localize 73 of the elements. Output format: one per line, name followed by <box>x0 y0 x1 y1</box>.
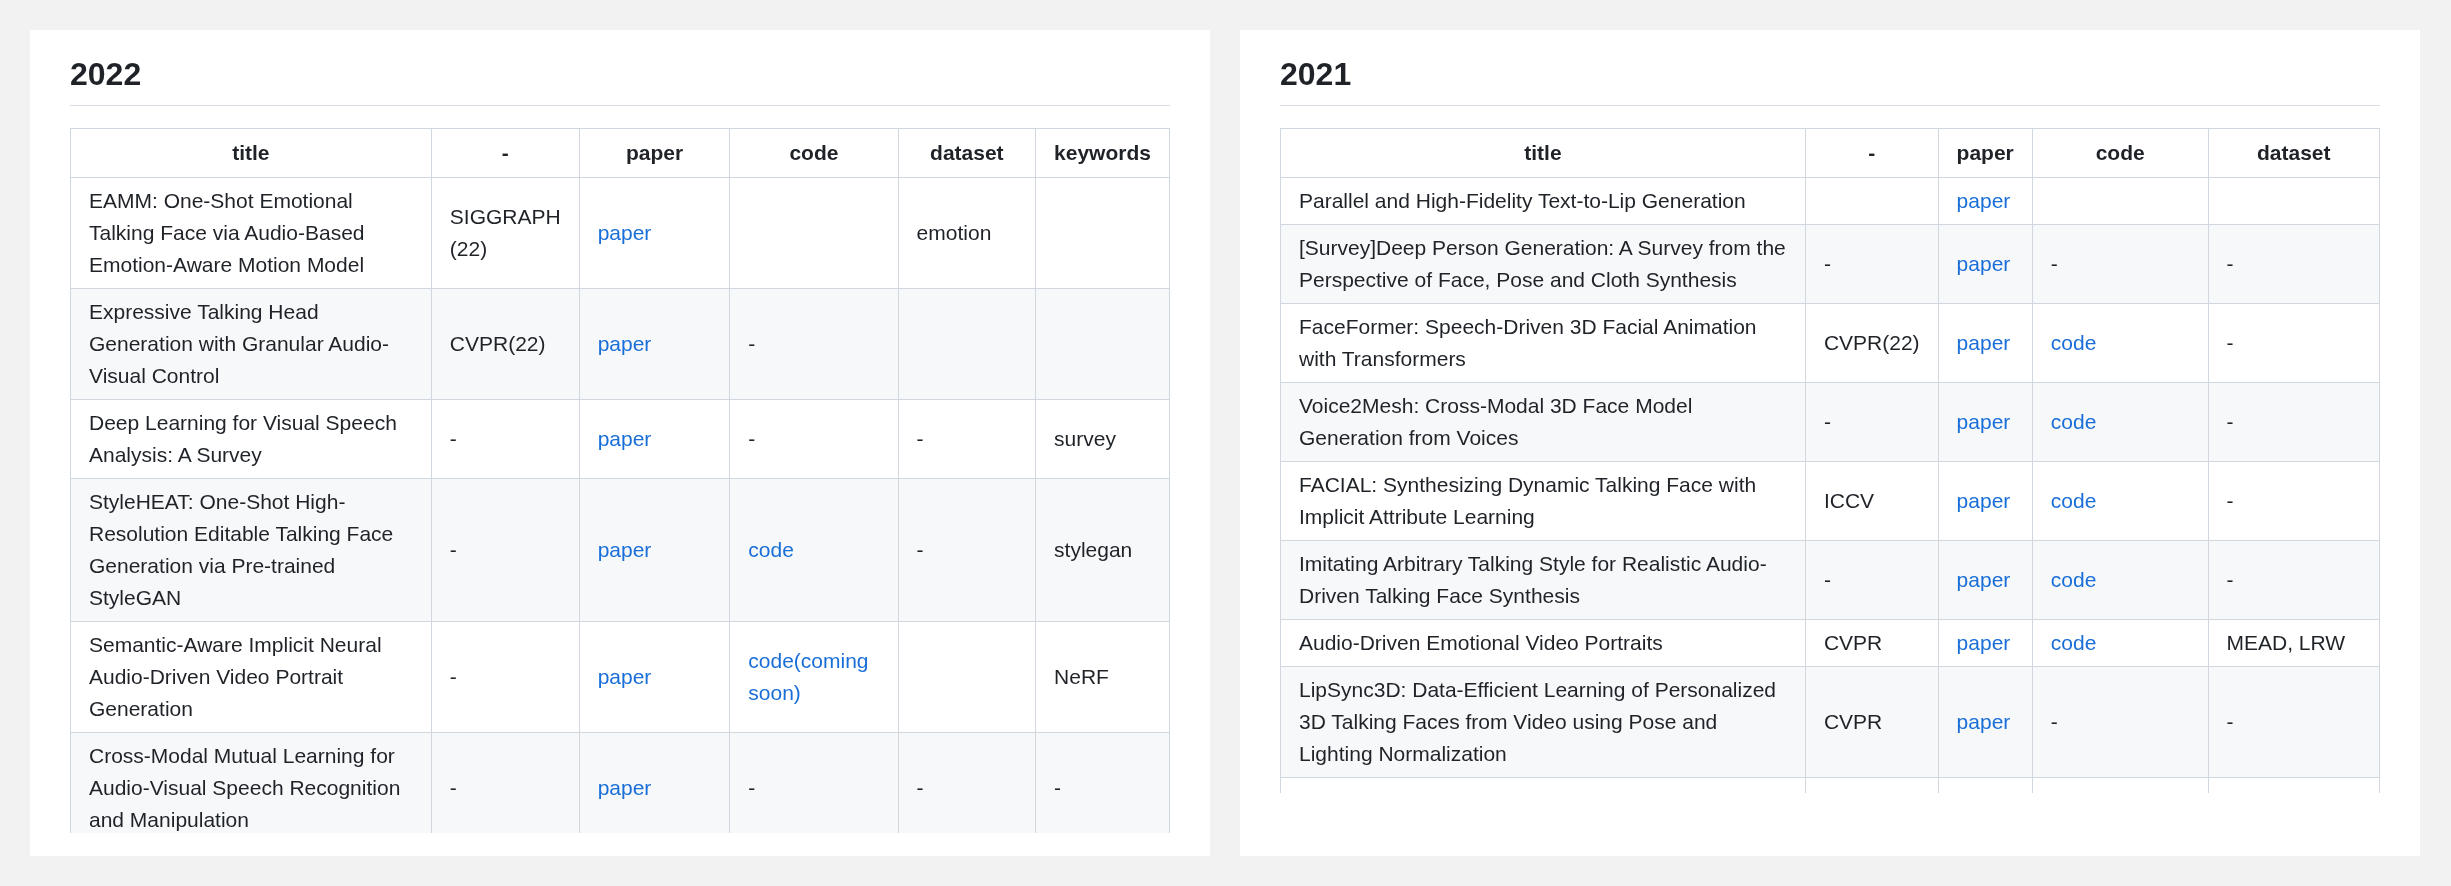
table-cell: - <box>449 776 457 799</box>
table-link[interactable]: paper <box>597 217 652 249</box>
section-heading: 2021 <box>1280 56 2380 106</box>
table-cell: Imitating Arbitrary Talking Style for Realistic Audio-Driven Talking Face Synthesis <box>1299 552 1767 607</box>
table-link[interactable]: paper <box>597 328 652 360</box>
column-header: paper <box>625 141 684 164</box>
table-cell: - <box>748 427 756 450</box>
table-cell: - <box>748 776 756 799</box>
table-cell: Parallel and High-Fidelity Text-to-Lip Generation <box>1299 189 1746 212</box>
table-link[interactable]: code <box>2050 406 2097 438</box>
table-cell: - <box>1054 776 1062 799</box>
column-header: - <box>501 141 509 164</box>
table-cell: - <box>1823 410 1831 433</box>
column-header: dataset <box>2257 141 2331 164</box>
table-cell: Deep Learning for Visual Speech Analysis: A Survey <box>89 411 397 466</box>
table-cell: - <box>916 427 924 450</box>
table-link[interactable]: paper <box>597 534 652 566</box>
table-cell: - <box>2226 489 2234 512</box>
table-cell: [Survey]Deep Person Generation: A Survey from the Perspective of Face, Pose and Cloth Synthesis <box>1299 236 1786 291</box>
column-header: - <box>1868 141 1876 164</box>
table-cell: emotion <box>916 221 992 244</box>
table-cell: - <box>2226 710 2234 733</box>
table-cell: FaceFormer: Speech-Driven 3D Facial Animation with Transformers <box>1299 315 1757 370</box>
table-cell: - <box>449 427 457 450</box>
table-link[interactable]: code <box>2050 327 2097 359</box>
table-link[interactable]: paper <box>597 661 652 693</box>
table-cell: - <box>2226 252 2234 275</box>
table-cell: MEAD, LRW <box>2226 631 2346 654</box>
table-cell: CVPR <box>1823 710 1883 733</box>
table-cell: survey <box>1054 427 1116 450</box>
table-link[interactable]: paper <box>597 423 652 455</box>
table-cell: - <box>748 332 756 355</box>
table-cell: - <box>449 538 457 561</box>
table-cell: - <box>2226 410 2234 433</box>
table-link[interactable]: paper <box>1956 706 2011 738</box>
table-cell: StyleHEAT: One-Shot High-Resolution Editable Talking Face Generation via Pre-trained StyleGAN <box>89 490 394 609</box>
table-cell: - <box>2226 568 2234 591</box>
table-link[interactable]: paper <box>597 772 652 804</box>
table-cell: ICCV <box>1823 489 1875 512</box>
table-cell: - <box>916 538 924 561</box>
table-link[interactable]: code <box>2050 564 2097 596</box>
table-cell: Voice2Mesh: Cross-Modal 3D Face Model Generation from Voices <box>1299 394 1693 449</box>
table-cell: - <box>2226 331 2234 354</box>
table-link[interactable]: code <box>748 534 794 566</box>
table-link[interactable]: code <box>2050 485 2097 517</box>
table-cell: FACIAL: Synthesizing Dynamic Talking Face with Implicit Attribute Learning <box>1299 473 1757 528</box>
column-header: code <box>2095 141 2145 164</box>
table-cell: Cross-Modal Mutual Learning for Audio-Visual Speech Recognition and Manipulation <box>89 744 401 831</box>
table-cell: Semantic-Aware Implicit Neural Audio-Driven Video Portrait Generation <box>89 633 382 720</box>
column-header: paper <box>1956 141 2014 164</box>
table-cell: LipSync3D: Data-Efficient Learning of Personalized 3D Talking Faces from Video using Pose and Lighting Normalization <box>1299 678 1777 765</box>
table-cell: - <box>449 665 457 688</box>
table-cell: CVPR(22) <box>1823 331 1920 354</box>
table-cell: EAMM: One-Shot Emotional Talking Face via Audio-Based Emotion-Aware Motion Model <box>89 189 365 276</box>
table-cell: NeRF <box>1054 665 1109 688</box>
table-cell: stylegan <box>1054 538 1133 561</box>
table-cell: Audio-Driven Emotional Video Portraits <box>1299 631 1663 654</box>
table-cell: CVPR(22) <box>449 332 546 355</box>
column-header: dataset <box>930 141 1004 164</box>
column-header: keywords <box>1054 141 1151 164</box>
table-cell: SIGGRAPH (22) <box>449 205 561 260</box>
table-link[interactable]: code <box>2050 627 2097 659</box>
table-cell: - <box>2050 710 2058 733</box>
column-header: code <box>789 141 839 164</box>
table-cell: - <box>1823 568 1831 591</box>
column-header: title <box>1524 141 1562 164</box>
table-cell: CVPR <box>1823 631 1883 654</box>
table-cell: Expressive Talking Head Generation with Granular Audio-Visual Control <box>89 300 389 387</box>
table-cell: - <box>1823 252 1831 275</box>
table-cell: - <box>916 776 924 799</box>
column-header: title <box>232 141 270 164</box>
table-cell: - <box>2050 252 2058 275</box>
section-heading: 2022 <box>70 56 1170 106</box>
